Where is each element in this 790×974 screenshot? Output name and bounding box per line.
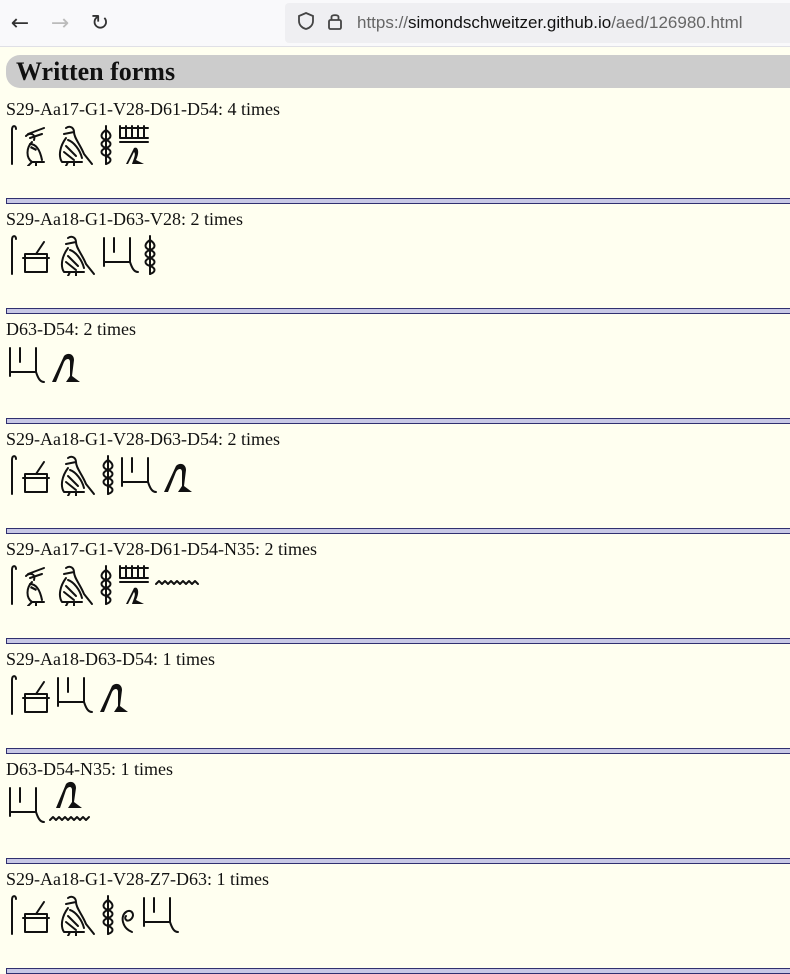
page-title: Written forms <box>6 55 790 88</box>
hieroglyph-s29-icon <box>6 672 18 720</box>
hieroglyph-g1-icon <box>52 562 96 610</box>
hieroglyph-d54n35-icon <box>48 778 92 830</box>
written-form-entry: S29-Aa18-G1-V28-Z7-D63: 1 times <box>0 864 790 974</box>
hieroglyph-d61d54-icon <box>116 562 152 610</box>
hieroglyph-s29-icon <box>6 892 18 940</box>
hieroglyph-d54-icon <box>96 672 130 720</box>
arrow-right-icon: → <box>50 10 70 36</box>
hieroglyph-aa18-icon <box>20 232 52 280</box>
hieroglyph-v28-icon <box>98 562 114 610</box>
hieroglyph-g1-icon <box>54 452 98 500</box>
hieroglyph-g1-icon <box>54 232 98 280</box>
hieroglyph-aa18-icon <box>20 892 52 940</box>
hieroglyph-d63-icon <box>100 232 140 280</box>
hieroglyph-g1-icon <box>52 122 96 170</box>
hieroglyph-sequence <box>6 122 790 170</box>
hieroglyph-sequence <box>6 562 790 610</box>
hieroglyph-d63-icon <box>54 672 94 720</box>
hieroglyph-v28-icon <box>100 452 116 500</box>
written-form-label: D63-D54: 2 times <box>6 319 136 339</box>
written-form-entry: S29-Aa17-G1-V28-D61-D54-N35: 2 times <box>0 534 790 644</box>
reload-icon: ↻ <box>90 10 110 36</box>
hieroglyph-n35-icon <box>154 562 200 610</box>
hieroglyph-sequence <box>6 892 790 940</box>
hieroglyph-v28-icon <box>100 892 116 940</box>
hieroglyph-sequence <box>6 672 790 720</box>
hieroglyph-sequence <box>6 452 790 500</box>
written-form-entry: D63-D54: 2 times <box>0 314 790 424</box>
hieroglyph-sequence <box>6 342 790 390</box>
written-form-label: S29-Aa17-G1-V28-D61-D54-N35: 2 times <box>6 539 317 559</box>
hieroglyph-d54-icon <box>48 342 82 390</box>
written-form-label: D63-D54-N35: 1 times <box>6 759 173 779</box>
written-form-label: S29-Aa17-G1-V28-D61-D54: 4 times <box>6 99 280 119</box>
written-form-label: S29-Aa18-G1-D63-V28: 2 times <box>6 209 243 229</box>
hieroglyph-d61d54-icon <box>116 122 152 170</box>
reload-button[interactable]: ↻ <box>80 0 120 46</box>
written-form-entry: S29-Aa17-G1-V28-D61-D54: 4 times <box>0 94 790 204</box>
written-form-label: S29-Aa18-G1-V28-Z7-D63: 1 times <box>6 869 269 889</box>
arrow-left-icon: ← <box>10 10 30 36</box>
written-form-entry: D63-D54-N35: 1 times <box>0 754 790 864</box>
hieroglyph-aa17-icon <box>20 562 50 610</box>
browser-toolbar: ← → ↻ https://simondschweitzer.github.io… <box>0 0 790 47</box>
hieroglyph-z7-icon <box>118 892 138 940</box>
hieroglyph-d63-icon <box>6 782 46 830</box>
written-form-label: S29-Aa18-D63-D54: 1 times <box>6 649 215 669</box>
hieroglyph-d63-icon <box>6 342 46 390</box>
written-form-entry: S29-Aa18-G1-V28-D63-D54: 2 times <box>0 424 790 534</box>
written-form-entry: S29-Aa18-G1-D63-V28: 2 times <box>0 204 790 314</box>
written-form-label: S29-Aa18-G1-V28-D63-D54: 2 times <box>6 429 280 449</box>
written-form-entry: S29-Aa18-D63-D54: 1 times <box>0 644 790 754</box>
hieroglyph-v28-icon <box>142 232 158 280</box>
hieroglyph-sequence <box>6 232 790 280</box>
hieroglyph-s29-icon <box>6 122 18 170</box>
hieroglyph-s29-icon <box>6 452 18 500</box>
forward-button[interactable]: → <box>40 0 80 46</box>
lock-icon[interactable] <box>327 11 343 36</box>
written-forms-list: S29-Aa17-G1-V28-D61-D54: 4 times S29-Aa18… <box>0 94 790 974</box>
hieroglyph-aa17-icon <box>20 122 50 170</box>
url-text: https://simondschweitzer.github.io/aed/1… <box>357 13 743 32</box>
hieroglyph-s29-icon <box>6 232 18 280</box>
hieroglyph-sequence <box>6 781 790 830</box>
hieroglyph-s29-icon <box>6 562 18 610</box>
hieroglyph-aa18-icon <box>20 672 52 720</box>
hieroglyph-d63-icon <box>118 452 158 500</box>
hieroglyph-d63-icon <box>140 892 180 940</box>
hieroglyph-aa18-icon <box>20 452 52 500</box>
hieroglyph-g1-icon <box>54 892 98 940</box>
hieroglyph-v28-icon <box>98 122 114 170</box>
back-button[interactable]: ← <box>0 0 40 46</box>
hieroglyph-d54-icon <box>160 452 194 500</box>
address-bar[interactable]: https://simondschweitzer.github.io/aed/1… <box>285 3 790 43</box>
shield-icon[interactable] <box>297 11 315 36</box>
